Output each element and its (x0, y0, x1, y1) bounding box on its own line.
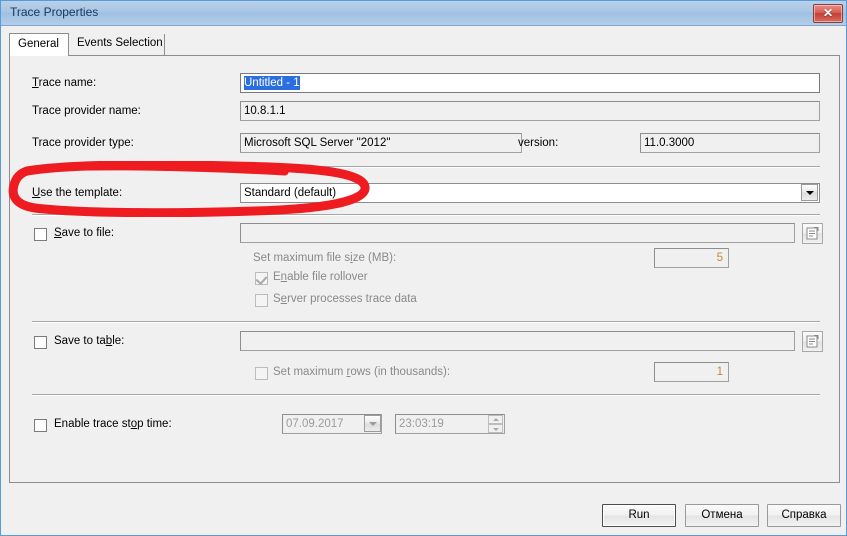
window-title: Trace Properties (10, 5, 99, 19)
tab-events-selection-label: Events Selection (77, 37, 163, 49)
version-value: 11.0.3000 (640, 133, 820, 153)
trace-name-value: Untitled - 1 (244, 76, 300, 90)
save-to-table-input[interactable] (240, 331, 795, 351)
set-maximum-rows-label: Set maximum rows (in thousands): (273, 366, 451, 378)
help-button-label: Справка (781, 509, 827, 521)
separator-file-table (32, 321, 820, 323)
set-maximum-rows-checkbox (255, 367, 268, 380)
version-label: version: (518, 137, 559, 149)
trace-name-label-text: race name: (38, 77, 97, 89)
close-icon: ✕ (822, 6, 834, 20)
tab-general-label: General (18, 38, 59, 50)
general-tab-panel: Trace name: Untitled - 1 Trace provider … (9, 55, 840, 483)
close-button[interactable]: ✕ (813, 4, 843, 23)
separator-stoptime (32, 394, 820, 396)
help-button[interactable]: Справка (767, 504, 841, 527)
tab-events-selection[interactable]: Events Selection (69, 34, 165, 55)
cancel-button-label: Отмена (701, 509, 743, 521)
enable-file-rollover-checkbox (255, 272, 268, 285)
save-to-table-checkbox[interactable] (34, 336, 47, 349)
stop-time-date-dropdown-arrow (364, 415, 381, 432)
enable-trace-stop-time-label: Enable trace stop time: (54, 418, 172, 430)
template-selected-value: Standard (default) (244, 187, 337, 199)
save-to-file-path-input[interactable] (240, 223, 795, 243)
trace-provider-type-value: Microsoft SQL Server "2012" (240, 133, 522, 153)
max-file-size-label: Set maximum file size (MB): (253, 252, 397, 264)
trace-name-input[interactable]: Untitled - 1 (240, 73, 820, 93)
save-to-table-label: Save to table: (54, 335, 125, 347)
spinner-down-icon (488, 424, 503, 433)
enable-file-rollover-label: Enable file rollover (273, 271, 368, 283)
save-to-file-label-text: ave to file: (61, 227, 115, 239)
save-to-file-checkbox[interactable] (34, 228, 47, 241)
title-bar: Trace Properties ✕ (1, 1, 846, 26)
separator-top (32, 166, 820, 168)
tab-general[interactable]: General (9, 33, 69, 56)
trace-provider-name-label: Trace provider name: (32, 105, 141, 117)
stop-time-spinner (488, 415, 503, 433)
trace-provider-type-label: Trace provider type: (32, 137, 134, 149)
run-button-label: Run (628, 509, 650, 521)
max-file-size-input: 5 (654, 248, 729, 268)
trace-provider-name-value: 10.8.1.1 (240, 101, 820, 121)
server-processes-trace-data-label: Server processes trace data (273, 293, 417, 305)
enable-trace-stop-time-checkbox[interactable] (34, 419, 47, 432)
cancel-button[interactable]: Отмена (685, 504, 759, 527)
template-dropdown-arrow[interactable] (801, 184, 818, 201)
separator-mid (32, 214, 820, 216)
server-processes-trace-data-checkbox (255, 294, 268, 307)
save-to-table-browse-button[interactable] (802, 331, 823, 352)
trace-name-label: Trace name: (32, 77, 97, 89)
run-button[interactable]: Run (602, 504, 676, 527)
template-combobox[interactable]: Standard (default) (240, 183, 820, 203)
spinner-up-icon (488, 415, 503, 424)
use-template-label-text: se the template: (40, 187, 123, 199)
set-maximum-rows-input: 1 (654, 362, 729, 382)
folder-open-icon (806, 335, 819, 348)
save-to-file-browse-button[interactable] (802, 223, 823, 244)
use-template-label: Use the template: (32, 187, 123, 199)
folder-open-icon (806, 227, 819, 240)
save-to-file-label: Save to file: (54, 227, 115, 239)
trace-properties-dialog: Trace Properties ✕ General Events Select… (0, 0, 847, 536)
